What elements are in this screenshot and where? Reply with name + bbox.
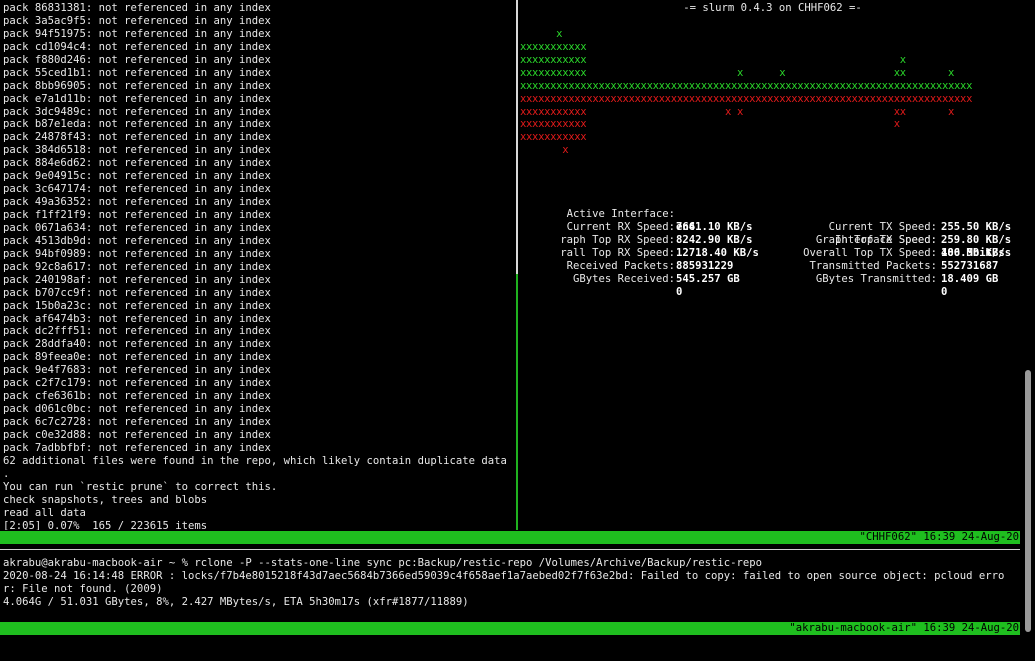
output-line: pack 7adbbfbf: not referenced in any ind… [3, 441, 271, 454]
traffic-graph: x xxxxxxxxxxx xxxxxxxxxxx x xxxxxxxxxxx x x… [520, 28, 1025, 157]
output-line: pack d061c0bc: not referenced in any ind… [3, 403, 271, 416]
output-line: [2:05] 0.07% 165 / 223615 items [3, 519, 208, 531]
tmux-status-right-ssh: "akrabu-macbook-air" 16:39 24-Aug-20 [789, 622, 1019, 634]
rx-graph-row: xxxxxxxxxxxxxxxxxxxxxxxxxxxxxxxxxxxxxxxx… [520, 79, 973, 92]
rx-stat-label: rall Top RX Speed: [560, 246, 675, 259]
tx-stat-value: 0 [941, 285, 948, 298]
output-line: pack dc2fff51: not referenced in any ind… [3, 325, 271, 338]
output-line: pack 9e04915c: not referenced in any ind… [3, 170, 271, 183]
output-line: pack 28ddfa40: not referenced in any ind… [3, 338, 271, 351]
output-line: read all data [3, 506, 86, 519]
tmux-status-bar-top: [0] 0:slurm* "CHHF062" 16:39 24-Aug-20 [0, 531, 1020, 556]
output-line: check snapshots, trees and blobs [3, 493, 208, 506]
output-line: pack e7a1d11b: not referenced in any ind… [3, 92, 271, 105]
output-line: pack 3a5ac9f5: not referenced in any ind… [3, 14, 271, 27]
output-line: 62 additional files were found in the re… [3, 454, 507, 467]
output-line: pack 0671a634: not referenced in any ind… [3, 221, 271, 234]
tx-stat-label: Overall Top TX Speed: [803, 246, 937, 259]
session-divider [0, 549, 1020, 550]
restic-output-pane[interactable]: pack 86831381: not referenced in any ind… [3, 2, 515, 530]
output-line: pack 89feea0e: not referenced in any ind… [3, 351, 271, 364]
output-line: . [3, 467, 10, 480]
tx-stat-label: Transmitted Packets: [809, 259, 937, 272]
tmux-status-bar-bottom: [0] 0:ssh* "akrabu-macbook-air" 16:39 24… [0, 622, 1020, 647]
scrollbar[interactable] [1025, 370, 1031, 632]
tx-graph-row: xxxxxxxxxxxxxxxxxxxxxxxxxxxxxxxxxxxxxxxx… [520, 92, 973, 105]
output-line: pack f1ff21f9: not referenced in any ind… [3, 209, 271, 221]
tx-graph-row: xxxxxxxxxxx x x xx x [520, 105, 955, 118]
output-line: pack af6474b3: not referenced in any ind… [3, 312, 271, 325]
output-line: You can run `restic prune` to correct th… [3, 480, 278, 493]
output-line: pack 55ced1b1: not referenced in any ind… [3, 66, 271, 79]
rx-graph-row: xxxxxxxxxxx x x xx x [520, 66, 955, 79]
output-line: pack 94f51975: not referenced in any ind… [3, 27, 271, 40]
tx-stat-value: 18.409 GB [941, 272, 999, 285]
rx-stat-label: GBytes Received: [572, 272, 675, 285]
rx-stat-label: raph Top RX Speed: [560, 233, 675, 246]
rx-graph-row: xxxxxxxxxxx [520, 40, 587, 53]
output-line: pack 94bf0989: not referenced in any ind… [3, 247, 271, 260]
tx-graph-row: xxxxxxxxxxx x [520, 118, 900, 131]
output-line: pack c2f7c179: not referenced in any ind… [3, 377, 271, 390]
output-line: pack 49a36352: not referenced in any ind… [3, 196, 271, 209]
output-line: pack f880d246: not referenced in any ind… [3, 53, 271, 66]
tx-stat-label: Current TX Speed: [828, 220, 937, 233]
output-line: pack c0e32d88: not referenced in any ind… [3, 428, 271, 441]
output-line: r: File not found. (2009) [3, 582, 163, 595]
tx-graph-row: x [520, 144, 569, 157]
output-line: pack 384d6518: not referenced in any ind… [3, 144, 271, 157]
tx-stat-value: 255.50 KB/s [941, 220, 1012, 233]
output-line: pack 3c647174: not referenced in any ind… [3, 183, 271, 196]
output-line: pack b87e1eda: not referenced in any ind… [3, 118, 271, 131]
tmux-window-list-ssh[interactable]: [0] 0:ssh* [13, 635, 77, 647]
rx-stat-value: 12718.40 KB/s [676, 246, 759, 259]
output-line: pack 884e6d62: not referenced in any ind… [3, 157, 271, 170]
output-line: pack 8bb96905: not referenced in any ind… [3, 79, 271, 92]
tx-graph-row: xxxxxxxxxxx [520, 131, 587, 144]
rx-stat-value: 8242.90 KB/s [676, 233, 753, 246]
tx-stat-label: Graph Top TX Speed: [815, 233, 937, 246]
output-line: pack b707cc9f: not referenced in any ind… [3, 286, 271, 299]
output-line: pack 6c7c2728: not referenced in any ind… [3, 416, 271, 428]
rx-stat-value: 545.257 GB [676, 272, 740, 285]
tx-stat-value: 552731687 [941, 259, 999, 272]
rclone-terminal-pane[interactable]: akrabu@akrabu-macbook-air ~ % rclone -P … [3, 557, 1020, 617]
rx-stat-label: Current RX Speed: [566, 220, 675, 233]
tmux-status-right: "CHHF062" 16:39 24-Aug-20 [859, 531, 1019, 543]
slurm-title: -= slurm 0.4.3 on CHHF062 =- [683, 2, 862, 14]
rx-graph-row: xxxxxxxxxxx x [520, 53, 906, 66]
output-line: pack 4513db9d: not referenced in any ind… [3, 234, 271, 247]
output-line: 2020-08-24 16:14:48 ERROR : locks/f7b4e8… [3, 569, 1005, 582]
output-line: 4.064G / 51.031 GBytes, 8%, 2.427 MBytes… [3, 595, 469, 608]
tx-stat-value: 259.80 KB/s [941, 233, 1012, 246]
output-line: pack 15b0a23c: not referenced in any ind… [3, 299, 271, 312]
tx-stat-label: GBytes Transmitted: [815, 272, 937, 285]
interface-stats: Active Interface: en4 Interface Speed: 1… [520, 195, 1025, 299]
tx-stat-value: 486.50 KB/s [941, 246, 1012, 259]
output-line: pack cfe6361b: not referenced in any ind… [3, 390, 271, 403]
output-line: pack 24878f43: not referenced in any ind… [3, 131, 271, 144]
output-line: pack cd1094c4: not referenced in any ind… [3, 40, 271, 53]
output-line: pack 92c8a617: not referenced in any ind… [3, 260, 271, 273]
output-line: pack 86831381: not referenced in any ind… [3, 2, 271, 14]
output-line: akrabu@akrabu-macbook-air ~ % rclone -P … [3, 557, 762, 569]
output-line: pack 9e4f7683: not referenced in any ind… [3, 364, 271, 377]
output-line: pack 240198af: not referenced in any ind… [3, 273, 271, 286]
rx-stat-value: 885931229 [676, 259, 734, 272]
output-line: pack 3dc9489c: not referenced in any ind… [3, 105, 271, 118]
rx-stat-value: 7661.10 KB/s [676, 220, 753, 233]
rx-stat-label: Received Packets: [566, 259, 675, 272]
slurm-pane[interactable]: -= slurm 0.4.3 on CHHF062 =- x xxxxxxxxxx… [520, 2, 1025, 530]
pane-divider-active-segment [516, 0, 518, 274]
rx-stat-value: 0 [676, 285, 683, 298]
rx-graph-row: x [520, 27, 563, 40]
